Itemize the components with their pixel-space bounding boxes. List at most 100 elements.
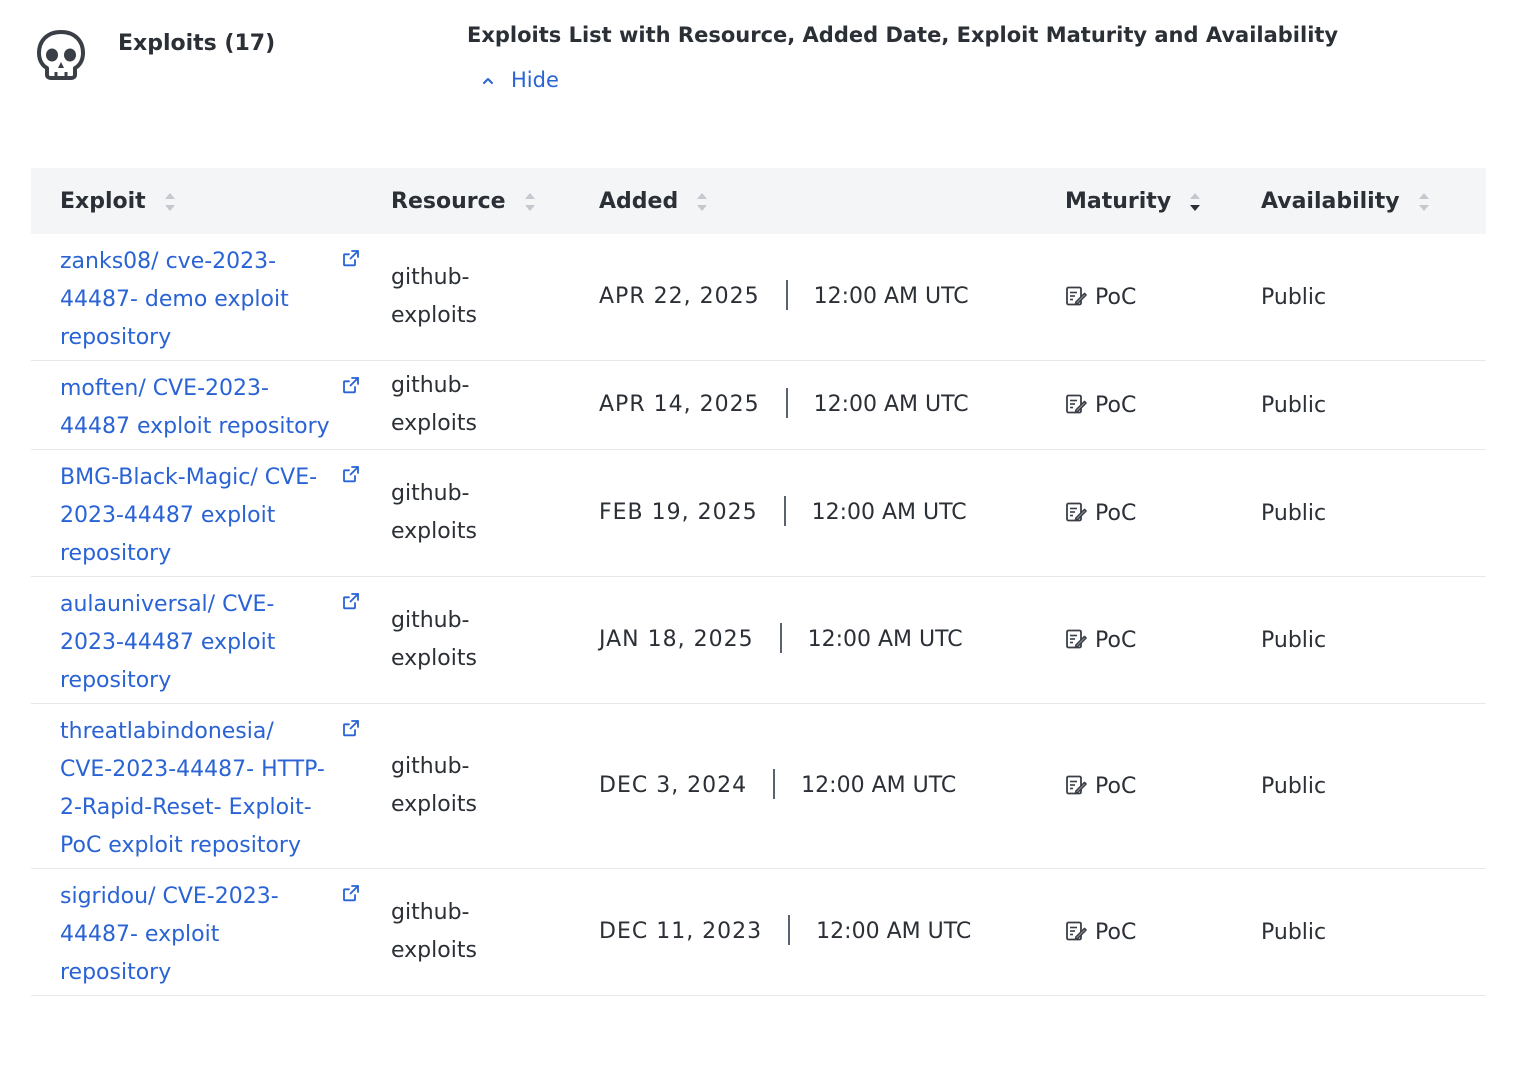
cell-added: APR 14, 2025 12:00 AM UTC [599,360,1065,450]
availability-label: Public [1261,500,1327,526]
cell-availability: Public [1261,360,1486,450]
exploit-link[interactable]: aulauniversal/ CVE-2023-44487 exploit re… [60,586,330,700]
external-link-icon[interactable] [342,884,360,902]
cell-maturity: PoC [1065,234,1261,361]
availability-label: Public [1261,392,1327,418]
resource-text: github- exploits [391,481,477,544]
cell-resource: github- exploits [391,449,599,577]
maturity-label: PoC [1095,500,1137,526]
availability-label: Public [1261,919,1327,945]
exploit-link[interactable]: zanks08/ cve-2023-44487- demo exploit re… [60,243,330,357]
cell-resource: github- exploits [391,868,599,996]
cell-added: JAN 18, 2025 12:00 AM UTC [599,576,1065,704]
cell-exploit: zanks08/ cve-2023-44487- demo exploit re… [31,234,391,361]
added-time: 12:00 AM UTC [816,919,972,944]
table-row: threatlabindonesia/ CVE-2023-44487- HTTP… [31,703,1486,869]
added-time: 12:00 AM UTC [813,392,969,417]
exploit-link[interactable]: moften/ CVE-2023-44487 exploit repositor… [60,370,330,446]
sort-icon[interactable] [162,186,178,218]
cell-availability: Public [1261,576,1486,704]
cell-exploit: sigridou/ CVE-2023-44487- exploit reposi… [31,868,391,996]
added-date: JAN 18, 2025 [599,627,754,652]
document-edit-icon [1066,286,1087,305]
column-header-exploit[interactable]: Exploit [31,168,391,234]
external-link-icon[interactable] [342,592,360,610]
cell-maturity: PoC [1065,868,1261,996]
section-title: Exploits (17) [118,31,276,56]
resource-text: github- exploits [391,608,477,671]
hide-toggle-button[interactable]: Hide [481,68,559,92]
resource-text: github- exploits [391,373,477,436]
sort-icon[interactable] [522,186,538,218]
skull-icon [37,30,85,80]
resource-text: github- exploits [391,900,477,963]
added-time: 12:00 AM UTC [813,284,969,309]
document-edit-icon [1066,921,1087,940]
table-row: BMG-Black-Magic/ CVE-2023-44487 exploit … [31,449,1486,577]
cell-added: DEC 11, 2023 12:00 AM UTC [599,868,1065,996]
cell-availability: Public [1261,234,1486,361]
table-row: sigridou/ CVE-2023-44487- exploit reposi… [31,868,1486,996]
cell-maturity: PoC [1065,449,1261,577]
added-date: DEC 11, 2023 [599,919,763,944]
exploit-link[interactable]: sigridou/ CVE-2023-44487- exploit reposi… [60,878,330,992]
added-date: APR 22, 2025 [599,284,760,309]
availability-label: Public [1261,627,1327,653]
exploits-table: Exploit Resource Added Maturity Availabi… [31,168,1486,996]
availability-label: Public [1261,773,1327,799]
cell-exploit: moften/ CVE-2023-44487 exploit repositor… [31,360,391,450]
cell-maturity: PoC [1065,576,1261,704]
cell-exploit: aulauniversal/ CVE-2023-44487 exploit re… [31,576,391,704]
column-header-added[interactable]: Added [599,168,1065,234]
sort-icon[interactable] [1416,186,1432,218]
section-description: Exploits List with Resource, Added Date,… [467,23,1339,47]
cell-maturity: PoC [1065,360,1261,450]
chevron-up-icon [483,78,493,84]
column-header-availability[interactable]: Availability [1261,168,1486,234]
cell-availability: Public [1261,449,1486,577]
added-date: DEC 3, 2024 [599,773,748,798]
document-edit-icon [1066,394,1087,413]
hide-toggle-label: Hide [511,68,559,92]
table-row: moften/ CVE-2023-44487 exploit repositor… [31,360,1486,450]
external-link-icon[interactable] [342,249,360,267]
maturity-label: PoC [1095,284,1137,310]
maturity-label: PoC [1095,627,1137,653]
date-time-separator [773,769,776,799]
cell-exploit: threatlabindonesia/ CVE-2023-44487- HTTP… [31,703,391,869]
external-link-icon[interactable] [342,376,360,394]
external-link-icon[interactable] [342,465,360,483]
added-time: 12:00 AM UTC [807,627,963,652]
cell-resource: github- exploits [391,360,599,450]
cell-availability: Public [1261,868,1486,996]
external-link-icon[interactable] [342,719,360,737]
column-header-resource[interactable]: Resource [391,168,599,234]
exploits-section-header: Exploits (17) Exploits List with Resourc… [0,0,1516,130]
date-time-separator [785,280,788,310]
availability-label: Public [1261,284,1327,310]
document-edit-icon [1066,502,1087,521]
date-time-separator [783,496,786,526]
cell-resource: github- exploits [391,234,599,361]
cell-resource: github- exploits [391,576,599,704]
date-time-separator [779,623,782,653]
table-header-row: Exploit Resource Added Maturity Availabi… [31,168,1486,234]
sort-desc-icon[interactable] [1187,186,1203,218]
cell-maturity: PoC [1065,703,1261,869]
cell-availability: Public [1261,703,1486,869]
maturity-label: PoC [1095,919,1137,945]
added-time: 12:00 AM UTC [811,500,967,525]
resource-text: github- exploits [391,754,477,817]
cell-resource: github- exploits [391,703,599,869]
cell-added: FEB 19, 2025 12:00 AM UTC [599,449,1065,577]
document-edit-icon [1066,629,1087,648]
sort-icon[interactable] [694,186,710,218]
resource-text: github- exploits [391,265,477,328]
exploit-link[interactable]: BMG-Black-Magic/ CVE-2023-44487 exploit … [60,459,330,573]
added-time: 12:00 AM UTC [801,773,957,798]
table-body: zanks08/ cve-2023-44487- demo exploit re… [31,234,1486,996]
cell-exploit: BMG-Black-Magic/ CVE-2023-44487 exploit … [31,449,391,577]
column-header-maturity[interactable]: Maturity [1065,168,1261,234]
document-edit-icon [1066,775,1087,794]
exploit-link[interactable]: threatlabindonesia/ CVE-2023-44487- HTTP… [60,713,330,865]
